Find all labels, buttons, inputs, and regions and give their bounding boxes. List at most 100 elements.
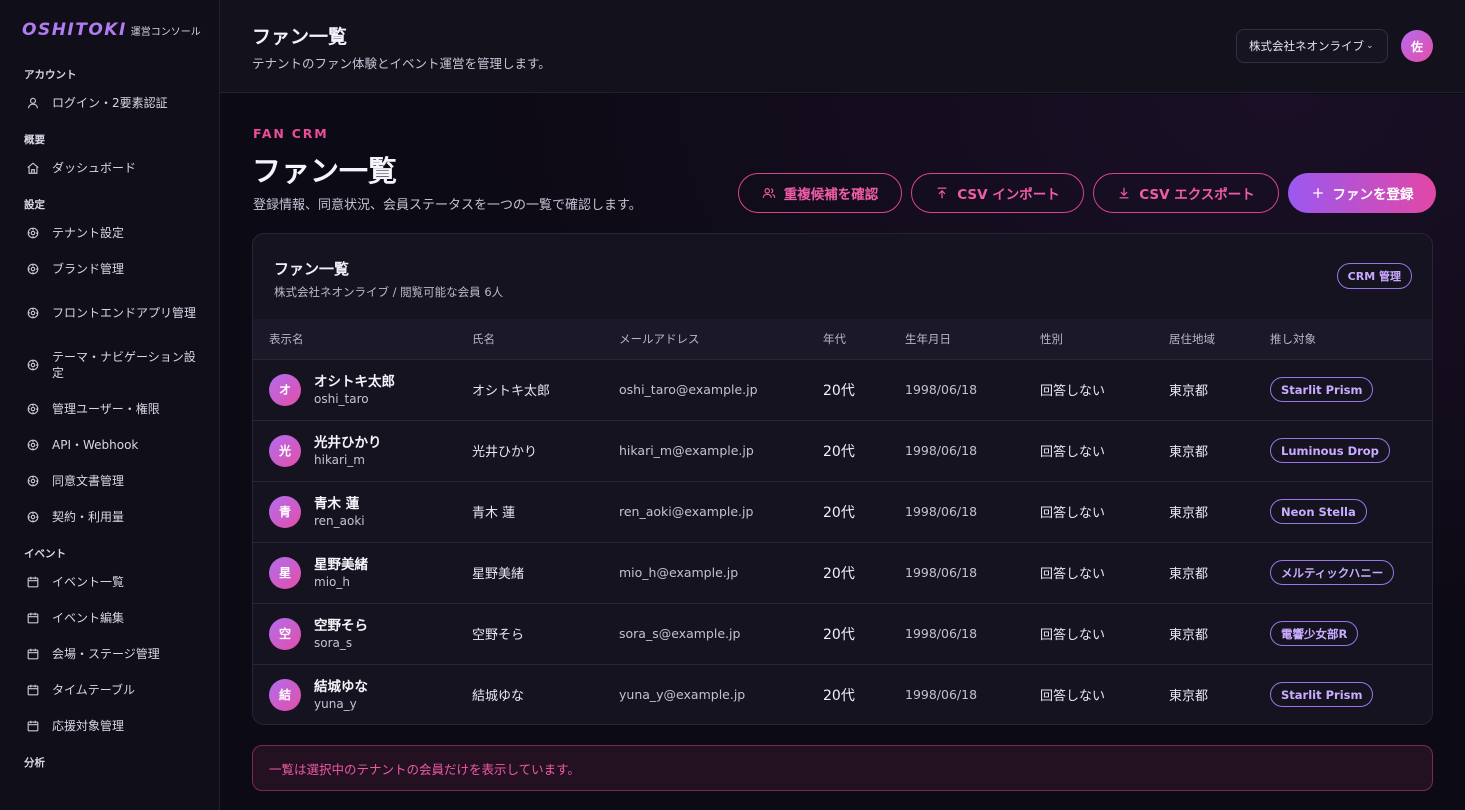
sidebar-item[interactable]: 同意文書管理	[0, 463, 219, 499]
cell-email: mio_h@example.jp	[619, 565, 739, 580]
sidebar-item-label: 管理ユーザー・権限	[52, 402, 160, 416]
sidebar-item[interactable]: ログイン・2要素認証	[0, 85, 219, 121]
sidebar-item-label: イベント編集	[52, 611, 125, 625]
sidebar-item[interactable]: 応援対象管理	[0, 708, 219, 744]
sidebar-item[interactable]: ダッシュボード	[0, 150, 219, 186]
oshi-tag[interactable]: Neon Stella	[1270, 499, 1367, 524]
main-content: FAN CRM ファン一覧 登録情報、同意状況、会員ステータスを一つの一覧で確認…	[220, 94, 1465, 810]
sidebar-item[interactable]: 管理ユーザー・権限	[0, 391, 219, 427]
calendar-icon	[26, 719, 40, 733]
csv-export-label: CSV エクスポート	[1139, 187, 1255, 203]
gear-icon	[26, 510, 40, 524]
table-row[interactable]: 光 光井ひかり hikari_m 光井ひかり hikari_m@example.…	[253, 420, 1432, 481]
cell-age: 20代	[823, 687, 855, 704]
cell-gender: 回答しない	[1040, 384, 1106, 399]
cell-region: 東京都	[1169, 628, 1209, 643]
table-row[interactable]: 星 星野美緒 mio_h 星野美緒 mio_h@example.jp 20代 1…	[253, 542, 1432, 603]
csv-export-button[interactable]: CSV エクスポート	[1093, 173, 1279, 213]
cell-region: 東京都	[1169, 384, 1209, 399]
check-duplicates-button[interactable]: 重複候補を確認	[738, 173, 902, 213]
avatar: 星	[269, 556, 301, 589]
user-handle: sora_s	[314, 635, 353, 650]
nav-section-title: 分析	[24, 757, 45, 769]
gear-icon	[26, 358, 40, 372]
sidebar-item-label: タイムテーブル	[52, 683, 136, 697]
gear-icon	[26, 262, 40, 276]
oshi-tag[interactable]: メルティックハニー	[1270, 560, 1395, 585]
oshi-tag[interactable]: Starlit Prism	[1270, 377, 1374, 402]
gear-icon	[26, 402, 40, 416]
oshi-tag[interactable]: 電響少女部R	[1270, 621, 1359, 646]
action-bar: 重複候補を確認 CSV インポート CSV エクスポート ファンを登録	[738, 173, 1436, 213]
sidebar-item[interactable]: 契約・利用量	[0, 499, 219, 535]
sidebar-item[interactable]: テナント設定	[0, 215, 219, 251]
sidebar-item[interactable]: イベント一覧	[0, 564, 219, 600]
sidebar-item[interactable]: API・Webhook	[0, 427, 219, 463]
tenant-select[interactable]: 株式会社ネオンライブ ⌄	[1236, 29, 1388, 63]
column-header: 居住地域	[1169, 331, 1215, 346]
sidebar-item[interactable]: 会場・ステージ管理	[0, 636, 219, 672]
table-row[interactable]: 青 青木 蓮 ren_aoki 青木 蓮 ren_aoki@example.jp…	[253, 481, 1432, 542]
display-name: 結城ゆな	[314, 678, 368, 695]
cell-name: 青木 蓮	[472, 506, 516, 521]
nav-section-title: 概要	[24, 134, 45, 146]
nav-section-title: イベント	[24, 548, 66, 560]
cell-region: 東京都	[1169, 689, 1209, 705]
cell-region: 東京都	[1169, 445, 1209, 460]
oshi-tag[interactable]: Starlit Prism	[1270, 682, 1374, 708]
csv-import-label: CSV インポート	[957, 187, 1060, 203]
cell-display: 青 青木 蓮 ren_aoki	[253, 481, 456, 542]
sidebar: OSHITOKI 運営コンソール アカウント ログイン・2要素認証 概要 ダッシュボー…	[0, 0, 220, 810]
register-fan-button[interactable]: ファンを登録	[1288, 173, 1436, 213]
cell-name: 結城ゆな	[472, 689, 525, 705]
user-handle: hikari_m	[314, 452, 365, 467]
table-row[interactable]: オ オシトキ太郎 oshi_taro オシトキ太郎 oshi_taro@exam…	[253, 359, 1432, 420]
header-subtitle: テナントのファン体験とイベント運営を管理します。	[252, 56, 551, 71]
sidebar-item[interactable]: タイムテーブル	[0, 672, 219, 708]
cell-oshi: Starlit Prism	[1254, 359, 1432, 420]
page-eyebrow: FAN CRM	[253, 126, 329, 141]
sidebar-item-label: テナント設定	[52, 226, 125, 240]
brand-subtitle: 運営コンソール	[130, 27, 201, 38]
cell-email: sora_s@example.jp	[619, 626, 741, 641]
calendar-icon	[26, 575, 40, 589]
brand-logo: OSHITOKI	[22, 20, 127, 40]
avatar: 空	[269, 617, 301, 650]
cell-email: yuna_y@example.jp	[619, 687, 746, 703]
tenant-notice: 一覧は選択中のテナントの会員だけを表示しています。	[252, 745, 1433, 791]
column-header: 生年月日	[905, 331, 951, 346]
cell-birthdate: 1998/06/18	[905, 626, 978, 641]
cell-birthdate: 1998/06/18	[905, 443, 978, 458]
user-avatar[interactable]: 佐	[1401, 30, 1433, 62]
gear-icon	[26, 438, 40, 452]
header-title: ファン一覧	[252, 26, 348, 48]
home-icon	[26, 161, 40, 175]
cell-oshi: 電響少女部R	[1254, 603, 1432, 664]
cell-gender: 回答しない	[1040, 506, 1106, 521]
sidebar-item[interactable]: ブランド管理	[0, 251, 219, 287]
cell-name: 空野そら	[472, 628, 525, 643]
table-row[interactable]: 空 空野そら sora_s 空野そら sora_s@example.jp 20代…	[253, 603, 1432, 664]
cell-display: 星 星野美緒 mio_h	[253, 542, 456, 603]
cell-region: 東京都	[1169, 567, 1209, 582]
cell-birthdate: 1998/06/18	[905, 687, 978, 703]
fan-table: 表示名 氏名 メールアドレス 年代 生年月日 性別 居住地域 推し対象 オ オシトキ太郎 os…	[253, 319, 1432, 724]
chevron-down-icon: ⌄	[1366, 41, 1374, 51]
brand[interactable]: OSHITOKI 運営コンソール	[22, 20, 201, 40]
csv-import-button[interactable]: CSV インポート	[911, 173, 1084, 213]
table-row[interactable]: 結 結城ゆな yuna_y 結城ゆな yuna_y@example.jp 20代…	[253, 664, 1432, 724]
cell-age: 20代	[823, 565, 855, 582]
sidebar-item-label: 同意文書管理	[52, 474, 125, 488]
oshi-tag[interactable]: Luminous Drop	[1270, 438, 1390, 463]
sidebar-item[interactable]: イベント編集	[0, 600, 219, 636]
cell-email: oshi_taro@example.jp	[619, 382, 758, 397]
calendar-icon	[26, 647, 40, 661]
sidebar-item-label: ブランド管理	[52, 262, 125, 276]
sidebar-item[interactable]: フロントエンドアプリ管理	[0, 287, 219, 339]
cell-email: hikari_m@example.jp	[619, 443, 754, 458]
sidebar-item[interactable]: テーマ・ナビゲーション設定	[0, 339, 219, 391]
crm-badge: CRM 管理	[1336, 263, 1412, 289]
gear-icon	[26, 226, 40, 240]
sidebar-item-label: 契約・利用量	[52, 510, 125, 524]
users-icon	[762, 188, 776, 198]
